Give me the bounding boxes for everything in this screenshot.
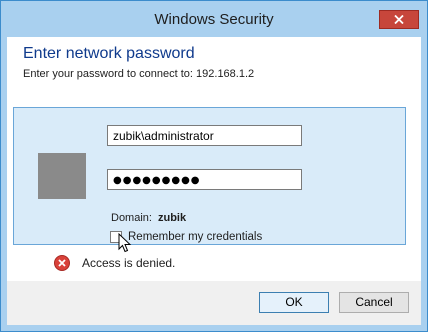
window-title: Windows Security	[154, 11, 274, 28]
error-icon	[54, 255, 70, 271]
dialog-subheading: Enter your password to connect to: 192.1…	[23, 68, 255, 80]
windows-security-dialog: Windows Security Enter network password …	[0, 0, 428, 332]
close-icon	[394, 15, 404, 24]
domain-row: Domain: zubik	[111, 212, 186, 224]
user-tile-icon	[38, 153, 86, 199]
mouse-pointer-icon	[118, 233, 132, 253]
remember-credentials-label[interactable]: Remember my credentials	[128, 231, 262, 243]
title-bar[interactable]: Windows Security	[1, 1, 427, 37]
ok-button[interactable]: OK	[259, 292, 329, 313]
password-field[interactable]: ●●●●●●●●●	[107, 169, 302, 190]
password-mask: ●●●●●●●●●	[113, 175, 201, 186]
dialog-footer: OK Cancel	[7, 281, 421, 325]
dialog-heading: Enter network password	[23, 45, 195, 62]
domain-value: zubik	[157, 212, 187, 224]
cancel-button[interactable]: Cancel	[339, 292, 409, 313]
dialog-body: Enter network password Enter your passwo…	[7, 37, 421, 281]
credential-tile-panel[interactable]: zubik\administrator ●●●●●●●●● Domain: zub…	[13, 107, 406, 245]
domain-label: Domain:	[111, 212, 152, 224]
close-button[interactable]	[379, 10, 419, 29]
error-message: Access is denied.	[82, 256, 176, 270]
username-field[interactable]: zubik\administrator	[107, 125, 302, 146]
